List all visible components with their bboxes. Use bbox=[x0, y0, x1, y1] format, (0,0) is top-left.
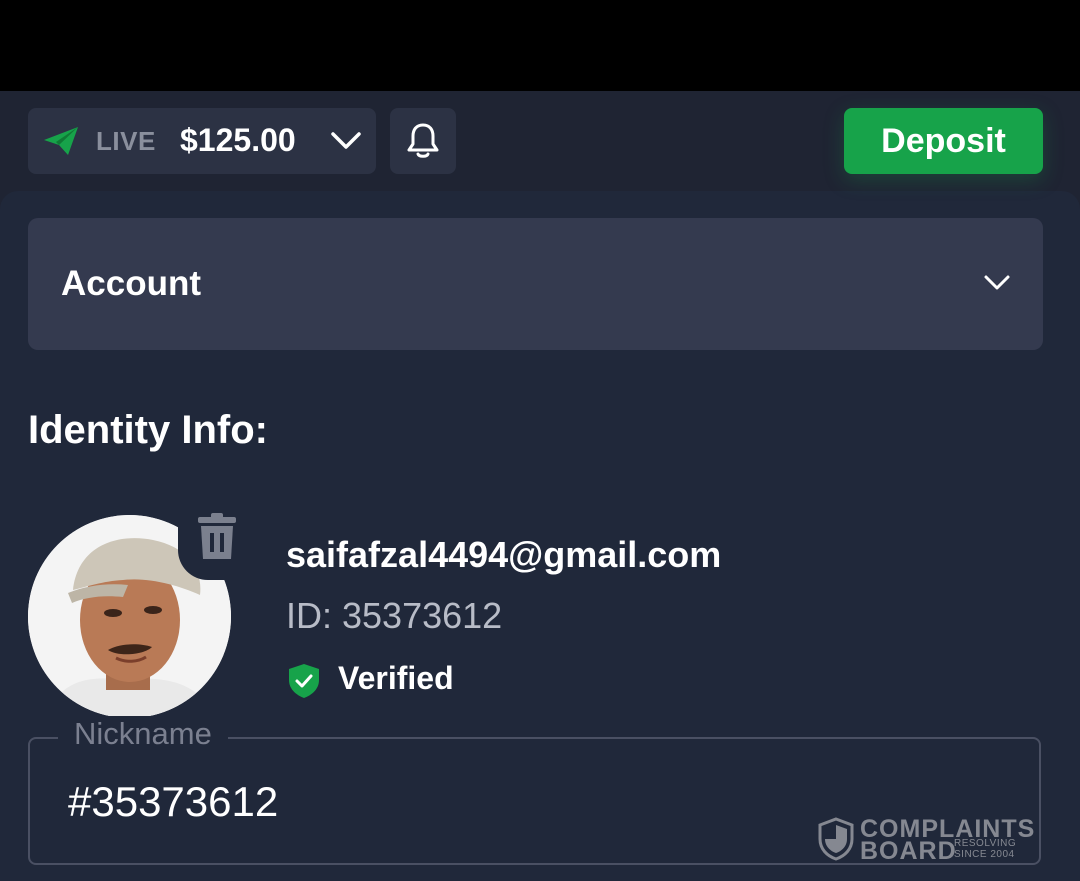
status-bar bbox=[0, 0, 1080, 91]
nickname-label: Nickname bbox=[58, 716, 228, 752]
nickname-value[interactable]: #35373612 bbox=[68, 778, 278, 826]
user-email: saifafzal4494@gmail.com bbox=[286, 534, 722, 575]
verified-status: Verified bbox=[338, 660, 454, 696]
user-id: ID: 35373612 bbox=[286, 595, 503, 636]
watermark-line-3: RESOLVING SINCE 2004 bbox=[954, 838, 1017, 860]
shield-logo-icon bbox=[818, 817, 854, 866]
account-switcher[interactable]: LIVE $125.00 bbox=[28, 108, 376, 174]
chevron-down-icon bbox=[982, 270, 1012, 299]
chevron-down-icon bbox=[330, 128, 362, 159]
balance-value: $125.00 bbox=[180, 122, 296, 158]
account-type-label: LIVE bbox=[96, 126, 156, 156]
paper-plane-icon bbox=[42, 124, 80, 163]
identity-info-heading: Identity Info: bbox=[28, 408, 268, 452]
watermark: COMPLAINTS BOARD RESOLVING SINCE 2004 bbox=[818, 815, 1038, 865]
account-dropdown-label: Account bbox=[61, 264, 201, 303]
deposit-button[interactable]: Deposit bbox=[844, 108, 1043, 174]
shield-check-icon bbox=[287, 662, 321, 705]
watermark-line-2: BOARD bbox=[860, 837, 957, 865]
notifications-button[interactable] bbox=[390, 108, 456, 174]
account-dropdown[interactable]: Account bbox=[28, 218, 1043, 350]
trash-icon[interactable] bbox=[196, 512, 238, 567]
